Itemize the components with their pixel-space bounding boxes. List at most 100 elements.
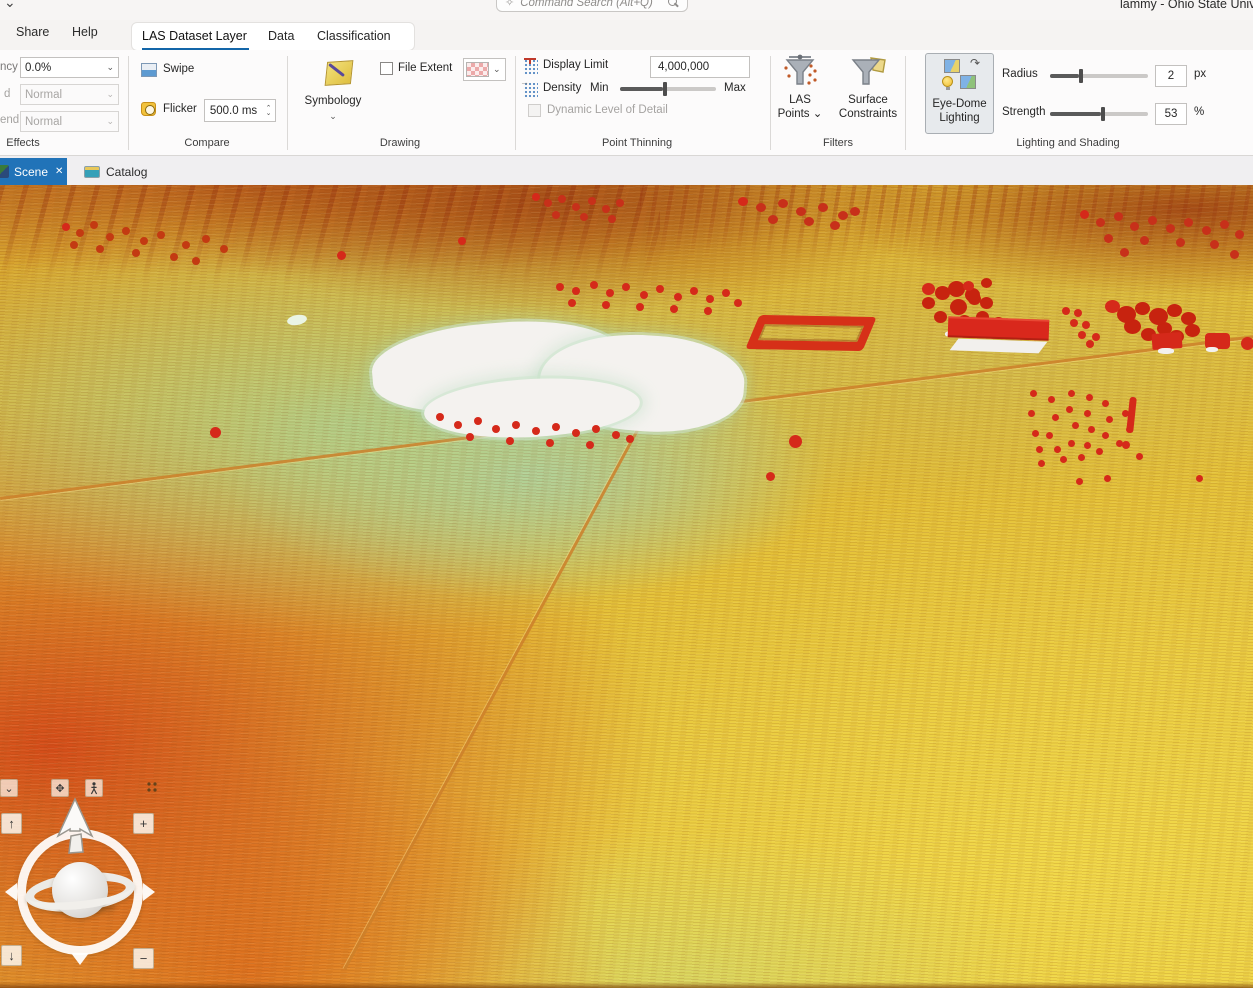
group-separator [287,56,288,150]
group-label-filters: Filters [778,137,898,149]
close-icon[interactable]: ✕ [55,166,63,177]
file-extent-checkbox[interactable] [380,62,393,75]
tab-scene[interactable]: Scene ✕ [0,158,67,185]
dynamic-lod-label: Dynamic Level of Detail [547,104,668,116]
search-icon[interactable] [667,0,679,9]
tree-cluster [532,193,540,201]
tab-las-dataset-layer[interactable]: LAS Dataset Layer [142,29,247,43]
group-label-point-thinning: Point Thinning [577,137,697,149]
layer-blend-label-fragment: d [4,88,10,100]
arrow-up-icon: ↑ [8,816,15,831]
pan-mode-button[interactable]: ✥ [51,779,69,797]
chevron-down-icon: ⌄ [106,116,114,127]
tilt-down-button[interactable]: ↓ [1,945,22,966]
tree-cluster [1080,210,1089,219]
symbology-icon [324,58,354,88]
file-extent-label: File Extent [398,62,452,74]
tree-point [1241,337,1253,350]
tree-point [1122,441,1130,449]
arrow-down-icon: ↓ [8,948,15,963]
group-separator [770,56,771,150]
tab-share[interactable]: Share [16,25,49,39]
tree-point [766,472,775,481]
ribbon-tab-row: Share Help LAS Dataset Layer Data Classi… [0,20,1253,50]
tree-cluster-lake-shore [436,413,444,421]
tab-classification[interactable]: Classification [317,29,391,43]
strength-label: Strength [1002,106,1045,118]
radius-input[interactable]: 2 [1155,65,1187,87]
display-limit-input[interactable]: 4,000,000 [650,56,750,78]
tree-point [210,427,221,438]
chevron-down-icon: ⌄ [106,89,114,100]
file-extent-color-picker[interactable]: ⌄ [463,58,506,81]
arcgis-pro-window: ⌄ ✧ Command Search (Alt+Q) lammy - Ohio … [0,0,1253,988]
eye-dome-lighting-icon: ↷ [942,59,980,95]
tab-data[interactable]: Data [268,29,294,43]
compass-east-notch [143,883,155,901]
navigator-grip-icon[interactable] [146,781,158,793]
display-limit-icon [523,60,538,75]
strength-input[interactable]: 53 [1155,103,1187,125]
layer-blend-combo[interactable]: Normal ⌄ [20,84,119,105]
group-label-compare: Compare [147,137,267,149]
command-search-placeholder: Command Search (Alt+Q) [520,0,667,9]
zoom-out-button[interactable]: − [133,948,154,969]
flicker-icon [141,102,156,116]
orchard-point-grid [1030,390,1037,397]
tab-help[interactable]: Help [72,25,98,39]
strength-unit: % [1194,106,1204,118]
tab-catalog[interactable]: Catalog [74,158,157,185]
color-swatch [466,62,489,77]
density-max-label: Max [724,82,746,94]
chevron-down-icon: ⌄ [300,110,366,123]
eye-dome-lighting-toggle[interactable]: ↷ Eye-Dome Lighting [925,53,994,134]
house-ground-shadow [1158,348,1174,354]
flicker-interval-spinner[interactable]: 500.0 ms ⌃⌄ [204,99,276,122]
plus-icon: + [140,816,148,831]
sparkle-icon: ✧ [505,0,514,9]
strength-slider[interactable] [1050,112,1148,116]
dynamic-lod-checkbox[interactable] [528,104,541,117]
surface-constraints-button[interactable]: Surface Constraints [832,52,904,134]
chevron-down-icon: ⌄ [4,782,13,795]
symbology-button[interactable]: Symbology ⌄ [300,52,366,134]
account-name[interactable]: lammy - Ohio State Unive [1120,0,1253,11]
group-separator [515,56,516,150]
feature-blend-combo[interactable]: Normal ⌄ [20,111,119,132]
group-separator [905,56,906,150]
radius-unit: px [1194,68,1206,80]
quick-access-chevron-icon[interactable]: ⌄ [4,0,16,11]
density-label: Density [543,82,581,94]
command-search-box[interactable]: ✧ Command Search (Alt+Q) [496,0,688,12]
view-tab-bar: Scene ✕ Catalog [0,156,1253,185]
spinner-down-icon: ⌄ [266,111,272,116]
zoom-in-button[interactable]: + [133,813,154,834]
titlebar: ⌄ ✧ Command Search (Alt+Q) lammy - Ohio … [0,0,1253,20]
flicker-button[interactable]: Flicker [163,103,197,115]
swipe-button[interactable]: Swipe [163,63,194,75]
radius-slider[interactable] [1050,74,1148,78]
compass-north-arrow[interactable] [53,798,97,856]
group-separator [128,56,129,150]
compass-west-notch [5,883,17,901]
pan-icon: ✥ [55,782,64,795]
minus-icon: − [140,951,148,966]
compass-south-notch [71,953,89,965]
navigator-collapse-button[interactable]: ⌄ [0,779,18,797]
transparency-combo[interactable]: 0.0% ⌄ [20,57,119,78]
pond-berm-ring [745,315,876,351]
tree-point [789,435,802,448]
display-limit-label: Display Limit [543,59,608,71]
scene-viewport[interactable]: ⌄ ✥ ↑ + ↓ − [0,185,1253,988]
walk-mode-button[interactable] [85,779,103,797]
las-points-filter-button[interactable]: LAS Points ⌄ [776,52,824,134]
tilt-up-button[interactable]: ↑ [1,813,22,834]
tree-cluster [738,197,748,206]
scene-tab-icon [0,165,9,178]
walk-icon [89,782,99,795]
farmstead-tree-cluster [1105,300,1120,313]
point-cloud-scanline-texture [0,185,1253,988]
density-slider[interactable] [620,87,716,91]
group-label-effects: Effects [2,137,44,149]
transparency-label-fragment: ncy [0,61,18,73]
